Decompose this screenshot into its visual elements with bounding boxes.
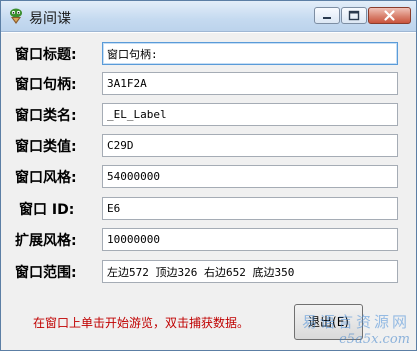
window-id-label: 窗口 ID: bbox=[19, 202, 75, 218]
row-window-handle: 窗口句柄: bbox=[1, 72, 416, 96]
window-handle-label: 窗口句柄: bbox=[15, 77, 77, 93]
window-range-label: 窗口范围: bbox=[15, 265, 77, 281]
app-icon bbox=[10, 8, 22, 24]
maximize-button[interactable] bbox=[341, 7, 367, 24]
watermark: 易语言资源网 e5a5x.com bbox=[302, 311, 410, 347]
extended-style-field[interactable] bbox=[102, 228, 398, 251]
minimize-icon bbox=[323, 17, 331, 19]
row-extended-style: 扩展风格: bbox=[1, 228, 416, 252]
app-window: 易间谍 窗口标题: 窗口句柄: 窗口类名: bbox=[0, 0, 417, 351]
window-style-field[interactable] bbox=[102, 165, 398, 188]
window-handle-field[interactable] bbox=[102, 72, 398, 95]
row-window-id: 窗口 ID: bbox=[1, 197, 416, 221]
row-window-style: 窗口风格: bbox=[1, 165, 416, 189]
row-window-title: 窗口标题: bbox=[1, 42, 416, 66]
close-icon bbox=[384, 10, 395, 21]
window-title-label: 窗口标题: bbox=[15, 47, 77, 63]
extended-style-label: 扩展风格: bbox=[15, 233, 77, 249]
window-id-field[interactable] bbox=[102, 197, 398, 220]
window-content: 窗口标题: 窗口句柄: 窗口类名: 窗口类值: 窗口风格: 窗口 ID: 扩展风… bbox=[1, 32, 416, 350]
close-button[interactable] bbox=[368, 7, 411, 24]
row-window-range: 窗口范围: bbox=[1, 260, 416, 284]
window-class-name-field[interactable] bbox=[102, 103, 398, 126]
window-range-field[interactable] bbox=[102, 260, 398, 283]
row-window-class-value: 窗口类值: bbox=[1, 134, 416, 158]
window-title-field[interactable] bbox=[102, 42, 398, 65]
watermark-url: e5a5x.com bbox=[339, 332, 410, 347]
window-class-value-field[interactable] bbox=[102, 134, 398, 157]
minimize-button[interactable] bbox=[314, 7, 340, 24]
watermark-title: 易语言资源网 bbox=[301, 313, 410, 331]
row-window-class-name: 窗口类名: bbox=[1, 103, 416, 127]
window-style-label: 窗口风格: bbox=[15, 170, 77, 186]
window-title: 易间谍 bbox=[29, 11, 71, 27]
maximize-icon bbox=[348, 10, 360, 21]
title-bar[interactable]: 易间谍 bbox=[1, 1, 416, 32]
status-hint: 在窗口上单击开始游览，双击捕获数据。 bbox=[33, 316, 250, 330]
window-class-value-label: 窗口类值: bbox=[15, 139, 77, 155]
window-class-name-label: 窗口类名: bbox=[15, 108, 77, 124]
